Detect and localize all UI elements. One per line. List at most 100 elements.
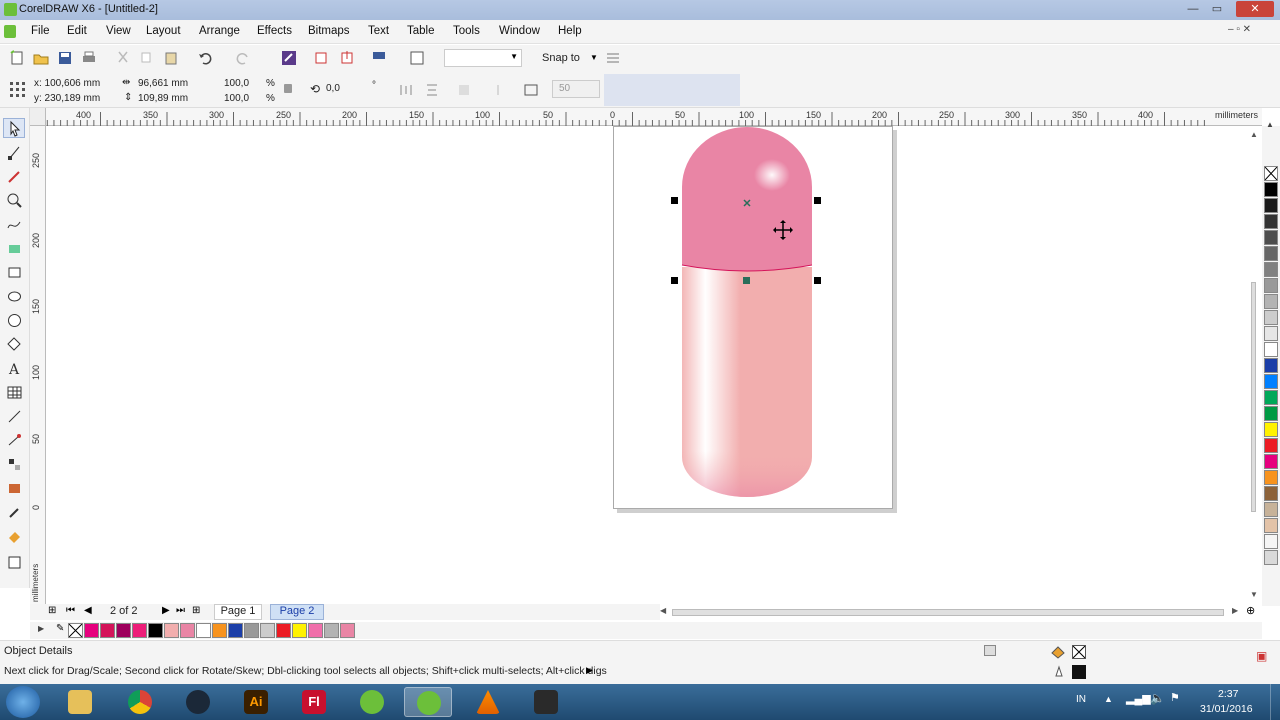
eyedropper-tool-icon[interactable]	[6, 504, 23, 521]
palette-swatch[interactable]	[1264, 214, 1278, 229]
close-button[interactable]: ✕	[1236, 1, 1274, 17]
undo-icon[interactable]	[196, 49, 214, 67]
width-field[interactable]: 96,661 mm	[138, 78, 188, 89]
document-palette-swatch[interactable]	[228, 623, 243, 638]
scroll-left-icon[interactable]: ◀	[660, 606, 666, 615]
palette-swatch[interactable]	[1264, 550, 1278, 565]
basic-shapes-tool-icon[interactable]	[6, 336, 23, 353]
palette-swatch[interactable]	[1264, 502, 1278, 517]
coreldraw-taskbar-button[interactable]	[348, 687, 396, 717]
palette-swatch[interactable]	[1264, 470, 1278, 485]
export-icon[interactable]	[338, 49, 356, 67]
input-language[interactable]: IN	[1076, 694, 1086, 705]
palette-swatch[interactable]	[1264, 358, 1278, 373]
previous-page-icon[interactable]: ◀	[84, 605, 92, 616]
menu-bitmaps[interactable]: Bitmaps	[308, 25, 350, 37]
palette-swatch[interactable]	[1264, 390, 1278, 405]
menu-table[interactable]: Table	[407, 25, 435, 37]
crop-icon[interactable]	[522, 82, 540, 98]
maximize-button[interactable]: ▭	[1206, 1, 1228, 17]
to-front-icon[interactable]	[490, 82, 506, 98]
selection-handle[interactable]	[743, 277, 750, 284]
document-palette-swatch[interactable]	[324, 623, 339, 638]
scroll-down-icon[interactable]: ▼	[1250, 590, 1258, 599]
palette-swatch[interactable]	[1264, 342, 1278, 357]
scroll-up-icon[interactable]: ▲	[1250, 130, 1258, 139]
outline-pen-icon[interactable]	[1052, 665, 1066, 679]
ruler-origin[interactable]	[30, 108, 46, 126]
mirror-horizontal-icon[interactable]	[398, 82, 414, 98]
vertical-ruler[interactable]: 250 200 150 100 50 0 millimeters	[30, 126, 46, 604]
document-palette-swatch[interactable]	[340, 623, 355, 638]
snap-to-dropdown[interactable]: Snap to	[542, 52, 580, 64]
clock-time[interactable]: 2:37	[1218, 688, 1238, 700]
document-palette-swatch[interactable]	[212, 623, 227, 638]
search-content-icon[interactable]	[280, 49, 298, 67]
menu-edit[interactable]: Edit	[67, 25, 87, 37]
blend-tool-icon[interactable]	[6, 456, 23, 473]
interactive-fill-tool-icon[interactable]	[6, 528, 23, 545]
scale-height-field[interactable]: 100,0	[224, 93, 249, 104]
transparency-tool-icon[interactable]	[6, 480, 23, 497]
palette-swatch[interactable]	[1264, 326, 1278, 341]
palette-swatch[interactable]	[1264, 486, 1278, 501]
volume-icon[interactable]: 🔈	[1150, 691, 1165, 705]
user-icon[interactable]: ▣	[1256, 649, 1267, 663]
new-document-icon[interactable]	[8, 49, 26, 67]
palette-arrow-icon[interactable]: ▶	[38, 624, 44, 633]
document-palette-swatch[interactable]	[276, 623, 291, 638]
publish-pdf-icon[interactable]	[370, 49, 388, 67]
menu-file[interactable]: File	[31, 25, 50, 37]
document-palette-swatch[interactable]	[116, 623, 131, 638]
document-palette-swatch[interactable]	[132, 623, 147, 638]
straight-connector-tool-icon[interactable]	[6, 432, 23, 449]
camera-taskbar-button[interactable]	[522, 687, 570, 717]
polygon-tool-icon[interactable]	[6, 312, 23, 329]
smart-drawing-tool-icon[interactable]	[6, 554, 23, 571]
palette-scroll-up-icon[interactable]: ▲	[1266, 120, 1274, 129]
print-icon[interactable]	[80, 49, 98, 67]
outline-color-swatch[interactable]	[1072, 665, 1086, 679]
table-tool-icon[interactable]	[6, 384, 23, 401]
doc-window-controls[interactable]: – ▫ ✕	[1228, 24, 1251, 35]
document-palette-swatch[interactable]	[84, 623, 99, 638]
color-proof-icon[interactable]	[984, 645, 996, 656]
show-desktop-button[interactable]	[1270, 684, 1280, 720]
menu-text[interactable]: Text	[368, 25, 389, 37]
menu-help[interactable]: Help	[558, 25, 582, 37]
vertical-scroll-thumb[interactable]	[1251, 282, 1256, 512]
flash-taskbar-button[interactable]: Fl	[290, 687, 338, 717]
scale-width-field[interactable]: 100,0	[224, 78, 249, 89]
capsule-bottom-half[interactable]	[682, 267, 812, 497]
drawing-canvas[interactable]	[46, 126, 1246, 604]
palette-swatch[interactable]	[1264, 198, 1278, 213]
text-tool-icon[interactable]: A	[6, 360, 23, 377]
palette-swatch[interactable]	[1264, 422, 1278, 437]
palette-swatch[interactable]	[1264, 310, 1278, 325]
tray-expand-icon[interactable]: ▲	[1104, 694, 1113, 704]
freehand-tool-icon[interactable]	[6, 216, 23, 233]
import-icon[interactable]	[312, 49, 330, 67]
palette-swatch[interactable]	[1264, 438, 1278, 453]
add-page-icon[interactable]: ⊞	[48, 605, 56, 616]
palette-swatch[interactable]	[1264, 294, 1278, 309]
palette-swatch[interactable]	[1264, 278, 1278, 293]
horizontal-ruler[interactable]: 400 350 300 250 200 150 100 50 0 50 100 …	[30, 108, 1262, 126]
smart-fill-tool-icon[interactable]	[6, 240, 23, 257]
add-page-after-icon[interactable]: ⊞	[192, 605, 200, 616]
menu-window[interactable]: Window	[499, 25, 540, 37]
palette-swatch[interactable]	[1264, 454, 1278, 469]
y-position-field[interactable]: y: 230,189 mm	[34, 93, 100, 104]
horizontal-scroll-thumb[interactable]	[672, 609, 1224, 616]
zoom-navigator-icon[interactable]: ⊕	[1246, 604, 1255, 617]
zoom-tool-icon[interactable]	[6, 192, 23, 209]
options-icon[interactable]	[604, 49, 622, 67]
palette-swatch[interactable]	[1264, 246, 1278, 261]
scroll-right-icon[interactable]: ▶	[1232, 606, 1238, 615]
pick-tool-icon[interactable]	[6, 120, 23, 137]
x-position-field[interactable]: x: 100,606 mm	[34, 78, 100, 89]
palette-swatch[interactable]	[1264, 262, 1278, 277]
action-center-icon[interactable]: ⚑	[1170, 691, 1180, 704]
document-palette-swatch[interactable]	[148, 623, 163, 638]
document-palette-swatch[interactable]	[100, 623, 115, 638]
